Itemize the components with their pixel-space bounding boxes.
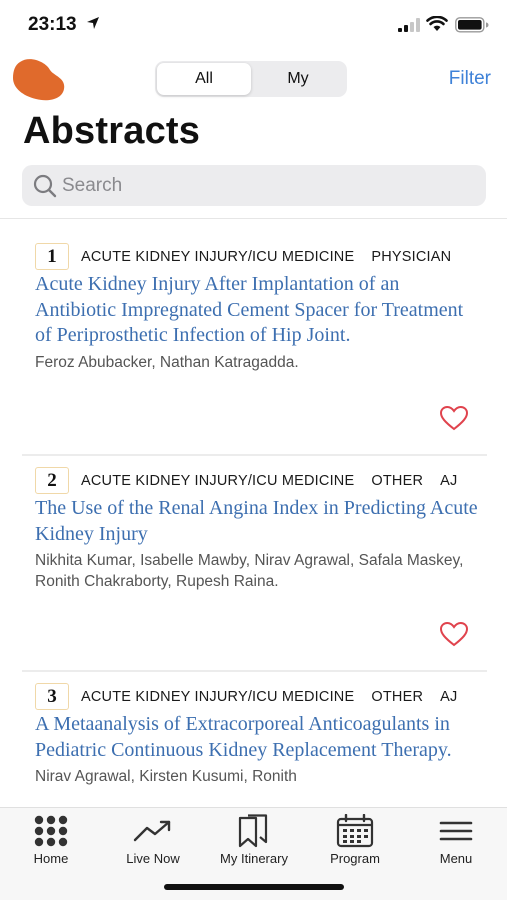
wifi-icon <box>426 16 448 31</box>
abstract-authors: Nikhita Kumar, Isabelle Mawby, Nirav Agr… <box>35 552 464 590</box>
abstract-number: 2 <box>35 467 69 494</box>
tab-menu[interactable]: Menu <box>405 814 507 866</box>
tab-home[interactable]: Home <box>0 814 102 866</box>
app-logo-icon[interactable] <box>12 58 67 102</box>
tab-label: Menu <box>439 851 473 866</box>
abstract-list: 1 ACUTE KIDNEY INJURY/ICU MEDICINE PHYSI… <box>0 219 507 807</box>
category-tag: AJ <box>440 688 458 705</box>
category-tag: OTHER <box>371 472 424 489</box>
card-divider <box>22 670 487 672</box>
tab-label: Live Now <box>126 851 180 866</box>
abstract-card[interactable]: 2 ACUTE KIDNEY INJURY/ICU MEDICINE OTHER… <box>22 467 487 592</box>
abstract-number: 1 <box>35 243 69 270</box>
status-time: 23:13 <box>28 14 77 35</box>
tab-label: My Itinerary <box>220 851 288 866</box>
bookmarks-icon <box>238 814 268 848</box>
menu-icon <box>439 821 473 841</box>
abstract-title[interactable]: Acute Kidney Injury After Implantation o… <box>35 272 480 349</box>
segmented-control: All My <box>155 61 347 97</box>
home-indicator[interactable] <box>164 884 344 890</box>
abstract-card[interactable]: 3 ACUTE KIDNEY INJURY/ICU MEDICINE OTHER… <box>22 683 487 787</box>
category-tag: ACUTE KIDNEY INJURY/ICU MEDICINE <box>81 688 355 705</box>
abstract-title[interactable]: A Metaanalysis of Extracorporeal Anticoa… <box>35 712 480 763</box>
location-arrow-icon <box>87 17 99 29</box>
category-tag: AJ <box>440 472 458 489</box>
abstract-number: 3 <box>35 683 69 710</box>
battery-icon <box>455 17 489 33</box>
abstract-authors: Feroz Abubacker, Nathan Katragadda. <box>35 353 299 371</box>
segment-my[interactable]: My <box>251 63 345 95</box>
tab-label: Home <box>33 851 69 866</box>
abstract-meta: 1 ACUTE KIDNEY INJURY/ICU MEDICINE PHYSI… <box>22 243 487 270</box>
search-icon <box>33 174 57 197</box>
abstract-title[interactable]: The Use of the Renal Angina Index in Pre… <box>35 496 480 547</box>
favorite-heart-icon[interactable] <box>439 405 469 431</box>
tab-program[interactable]: Program <box>304 814 406 866</box>
trending-icon <box>133 820 171 842</box>
abstract-card[interactable]: 1 ACUTE KIDNEY INJURY/ICU MEDICINE PHYSI… <box>22 243 487 373</box>
search-bar[interactable]: Search <box>22 165 486 206</box>
cellular-signal-icon <box>398 18 420 32</box>
abstract-meta: 3 ACUTE KIDNEY INJURY/ICU MEDICINE OTHER… <box>22 683 487 710</box>
category-tag: OTHER <box>371 688 424 705</box>
card-divider <box>22 454 487 456</box>
calendar-icon <box>336 814 374 848</box>
abstract-meta: 2 ACUTE KIDNEY INJURY/ICU MEDICINE OTHER… <box>22 467 487 494</box>
category-tag: ACUTE KIDNEY INJURY/ICU MEDICINE <box>81 248 355 265</box>
tab-label: Program <box>330 851 380 866</box>
favorite-heart-icon[interactable] <box>439 621 469 647</box>
page-title: Abstracts <box>23 110 201 152</box>
filter-button[interactable]: Filter <box>449 68 491 90</box>
segment-all[interactable]: All <box>157 63 251 95</box>
abstract-authors: Nirav Agrawal, Kirsten Kusumi, Ronith <box>35 768 297 785</box>
grid-icon <box>34 815 68 847</box>
search-input[interactable]: Search <box>62 175 122 197</box>
category-tag: ACUTE KIDNEY INJURY/ICU MEDICINE <box>81 472 355 489</box>
category-tag: PHYSICIAN <box>371 248 452 265</box>
status-bar: 23:13 <box>0 0 507 50</box>
tab-live-now[interactable]: Live Now <box>102 814 204 866</box>
tab-my-itinerary[interactable]: My Itinerary <box>203 814 305 866</box>
